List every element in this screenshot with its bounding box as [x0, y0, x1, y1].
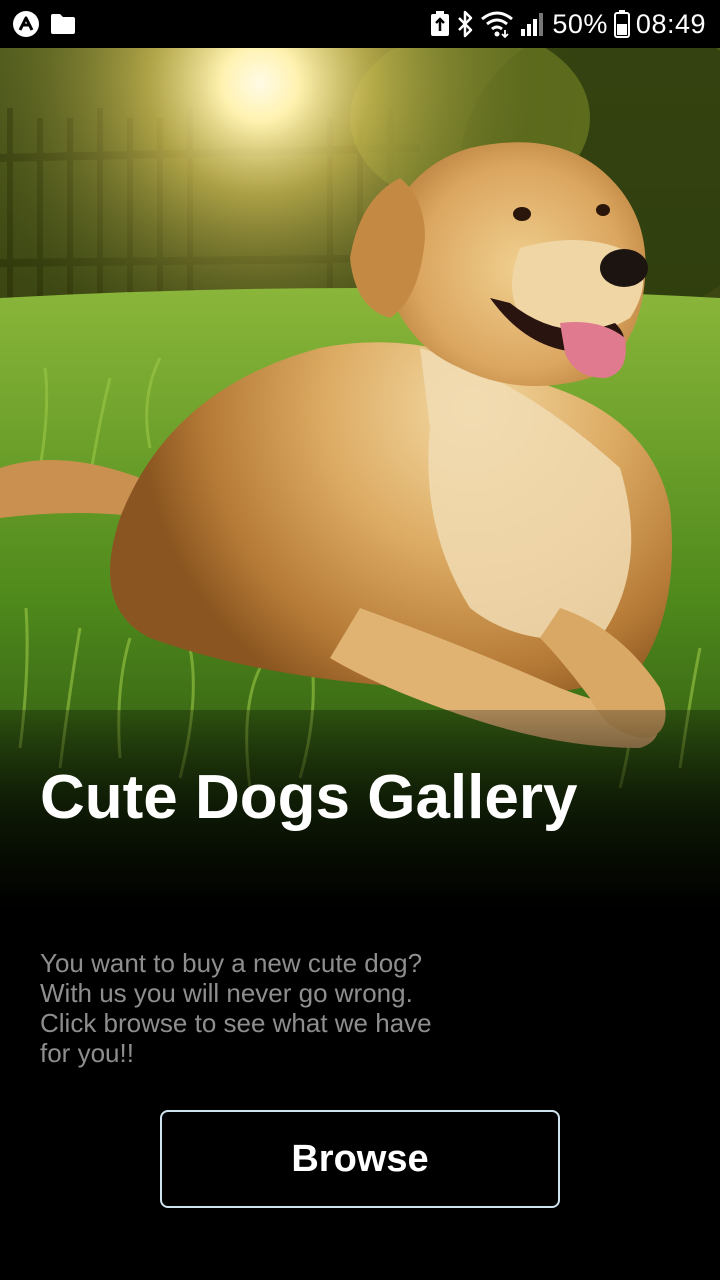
app-screen: 50% 08:49 Cute Dogs Gallery You want to … [0, 0, 720, 1280]
folder-icon [50, 13, 76, 35]
bluetooth-icon [456, 10, 474, 38]
browse-button[interactable]: Browse [160, 1110, 560, 1208]
clock: 08:49 [635, 8, 706, 39]
status-bar: 50% 08:49 [0, 0, 720, 48]
wifi-icon [480, 10, 514, 38]
battery-percent: 50% [552, 8, 608, 39]
description-line-3: Click browse to see what we have [40, 1008, 432, 1038]
battery-saver-icon [430, 11, 450, 37]
description: You want to buy a new cute dog? With us … [40, 948, 500, 1068]
status-bar-right: 50% 08:49 [430, 8, 706, 40]
status-bar-left [12, 10, 76, 38]
battery-icon [613, 10, 630, 38]
page-title: Cute Dogs Gallery [40, 763, 578, 832]
description-line-1: You want to buy a new cute dog? [40, 948, 423, 978]
description-line-2: With us you will never go wrong. [40, 978, 413, 1008]
signal-icon [520, 11, 546, 37]
description-line-4: for you!! [40, 1038, 134, 1068]
app-logo-icon [12, 10, 40, 38]
